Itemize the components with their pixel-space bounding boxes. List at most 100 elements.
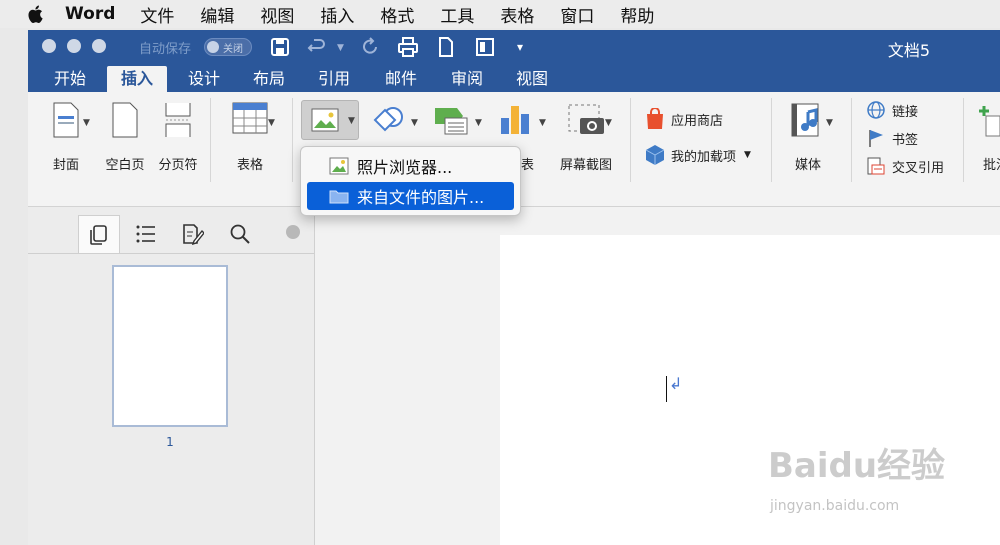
mac-menu-bar: Word 文件 编辑 视图 插入 格式 工具 表格 窗口 帮助 xyxy=(0,0,1000,28)
blank-page-icon xyxy=(112,102,138,138)
shapes-icon[interactable] xyxy=(373,106,405,136)
picture-icon xyxy=(311,108,339,132)
cross-reference-label: 交叉引用 xyxy=(892,160,945,176)
zoom-window-button[interactable] xyxy=(92,39,106,53)
tab-layout[interactable]: 布局 xyxy=(253,68,285,92)
tab-comments-pane[interactable] xyxy=(173,215,213,253)
close-window-button[interactable] xyxy=(42,39,56,53)
tab-insert[interactable]: 插入 xyxy=(107,66,168,92)
bookmark-flag-icon xyxy=(869,130,883,147)
save-icon[interactable] xyxy=(269,36,291,58)
store-bag-icon xyxy=(647,108,663,129)
table-button[interactable]: 表格 xyxy=(223,102,277,173)
ribbon-separator xyxy=(963,98,964,182)
tab-search[interactable] xyxy=(220,215,260,253)
screenshot-dropdown-arrow[interactable]: ▼ xyxy=(605,118,612,128)
minimize-window-button[interactable] xyxy=(67,39,81,53)
table-dropdown-arrow[interactable]: ▼ xyxy=(268,118,275,128)
menu-help[interactable]: 帮助 xyxy=(620,2,654,27)
app-name-menu[interactable]: Word xyxy=(65,4,115,24)
cover-page-button[interactable]: 封面 xyxy=(44,102,88,173)
picture-from-file-menu-item[interactable]: 来自文件的图片... xyxy=(307,182,514,210)
title-bar: 自动保存 关闭 ▼ ▾ 文档5 xyxy=(28,30,1000,64)
page-break-button[interactable]: 分页符 xyxy=(156,102,200,173)
baidu-watermark: Baidu经验 xyxy=(768,446,946,486)
apple-icon[interactable] xyxy=(25,3,47,25)
shapes-dropdown-arrow[interactable]: ▼ xyxy=(411,118,418,128)
document-title: 文档5 xyxy=(887,41,930,60)
tab-outline[interactable] xyxy=(126,215,166,253)
addins-dropdown-arrow[interactable]: ▼ xyxy=(744,150,751,160)
customize-toolbar-arrow[interactable]: ▾ xyxy=(517,40,523,54)
thumbnails-icon xyxy=(90,225,107,245)
ribbon-separator xyxy=(210,98,211,182)
photo-browser-icon xyxy=(329,157,349,175)
cover-dropdown-arrow[interactable]: ▼ xyxy=(83,118,90,128)
paragraph-mark: ↲ xyxy=(669,374,683,393)
media-label: 媒体 xyxy=(794,158,821,173)
media-button[interactable]: 媒体 xyxy=(782,102,834,173)
close-pane-icon[interactable] xyxy=(286,225,300,239)
link-globe-icon xyxy=(867,101,885,119)
layout-icon[interactable] xyxy=(474,36,496,58)
menu-file[interactable]: 文件 xyxy=(140,2,174,27)
screenshot-button[interactable]: 屏幕截图 xyxy=(554,102,618,173)
tab-references[interactable]: 引用 xyxy=(318,68,350,92)
print-icon[interactable] xyxy=(397,36,419,58)
screenshot-label: 屏幕截图 xyxy=(559,158,612,173)
media-dropdown-arrow[interactable]: ▼ xyxy=(826,118,833,128)
blank-page-button[interactable]: 空白页 xyxy=(102,102,148,173)
tab-view[interactable]: 视图 xyxy=(516,68,548,92)
watermark-url: jingyan.baidu.com xyxy=(770,498,900,514)
link-label: 链接 xyxy=(892,104,919,120)
bookmark-button[interactable]: 书签 xyxy=(866,128,918,148)
menu-tools[interactable]: 工具 xyxy=(440,2,474,27)
menu-view[interactable]: 视图 xyxy=(260,2,294,27)
pictures-button[interactable]: ▼ xyxy=(301,100,359,140)
chart-icon[interactable] xyxy=(499,104,531,136)
addins-cube-icon xyxy=(645,145,665,165)
autosave-state: 关闭 xyxy=(223,44,243,55)
tab-mailings[interactable]: 邮件 xyxy=(385,68,417,92)
blank-page-label: 空白页 xyxy=(105,158,145,173)
redo-icon[interactable] xyxy=(359,36,381,58)
tab-review[interactable]: 审阅 xyxy=(451,68,483,92)
edit-document-icon xyxy=(183,224,204,245)
app-store-button[interactable]: 应用商店 xyxy=(645,108,723,130)
toggle-knob xyxy=(207,41,219,53)
menu-format[interactable]: 格式 xyxy=(380,2,414,27)
my-addins-button[interactable]: 我的加载项 ▼ xyxy=(645,144,751,166)
smartart-icon[interactable] xyxy=(433,106,469,136)
menu-insert[interactable]: 插入 xyxy=(320,2,354,27)
new-document-icon[interactable] xyxy=(435,36,457,58)
table-label: 表格 xyxy=(236,158,263,173)
ribbon-separator xyxy=(851,98,852,182)
app-store-label: 应用商店 xyxy=(671,113,724,129)
tab-page-thumbnails[interactable] xyxy=(78,215,120,254)
text-cursor xyxy=(666,376,667,402)
cross-reference-button[interactable]: 交叉引用 xyxy=(866,156,944,176)
outline-list-icon xyxy=(136,225,155,243)
autosave-label: 自动保存 xyxy=(139,42,192,57)
chart-dropdown-arrow[interactable]: ▼ xyxy=(539,118,546,128)
comment-label: 批注 xyxy=(983,158,1000,173)
menu-window[interactable]: 窗口 xyxy=(560,2,594,27)
menu-edit[interactable]: 编辑 xyxy=(200,2,234,27)
pictures-dropdown-arrow[interactable]: ▼ xyxy=(348,116,355,126)
photo-browser-menu-item[interactable]: 照片浏览器... xyxy=(307,152,514,180)
autosave-toggle[interactable]: 关闭 xyxy=(204,38,252,56)
tab-home[interactable]: 开始 xyxy=(54,68,86,92)
cover-page-icon xyxy=(53,102,79,138)
tab-design[interactable]: 设计 xyxy=(188,68,220,92)
ribbon-separator xyxy=(630,98,631,182)
folder-icon xyxy=(329,190,349,204)
page-thumbnail[interactable] xyxy=(112,265,228,427)
menu-table[interactable]: 表格 xyxy=(500,2,534,27)
undo-icon[interactable] xyxy=(306,36,328,58)
document-page[interactable] xyxy=(500,235,1000,545)
link-button[interactable]: 链接 xyxy=(866,100,918,120)
table-icon xyxy=(232,102,268,134)
smartart-dropdown-arrow[interactable]: ▼ xyxy=(475,118,482,128)
new-comment-icon[interactable] xyxy=(978,104,1000,138)
undo-dropdown-arrow[interactable]: ▼ xyxy=(337,43,344,53)
